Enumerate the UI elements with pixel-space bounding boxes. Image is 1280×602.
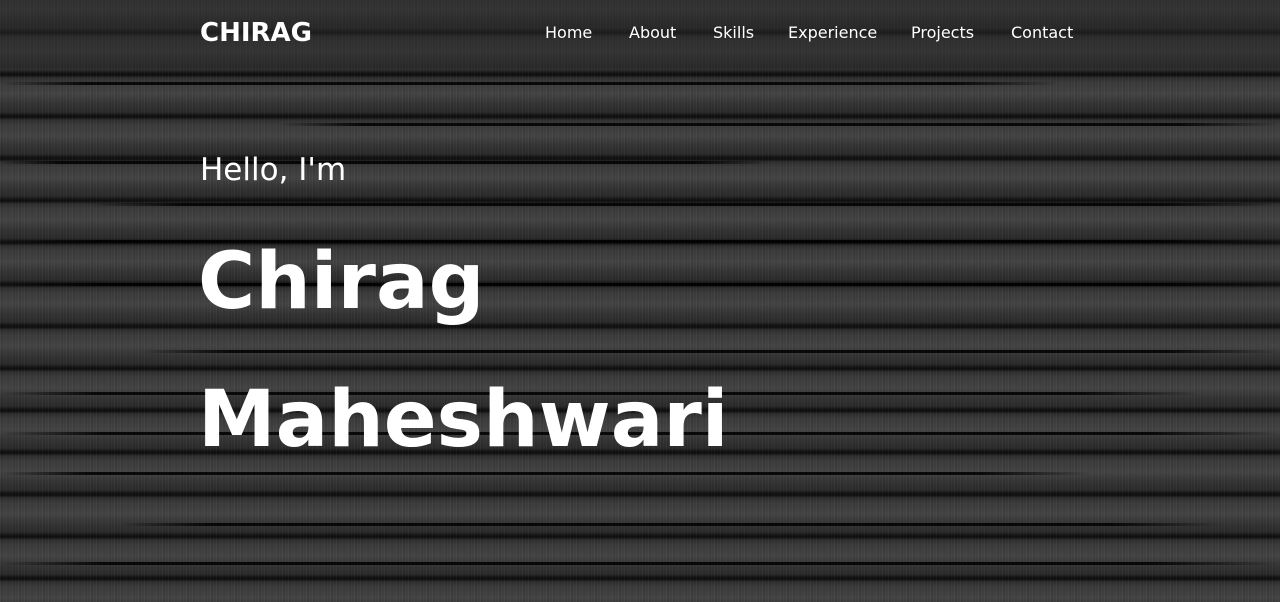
hero-greeting: Hello, I'm	[200, 152, 347, 188]
background-streak	[280, 123, 1280, 126]
nav-link-home[interactable]: Home	[545, 22, 592, 44]
nav-link-skills[interactable]: Skills	[713, 22, 754, 44]
hero-name-last: Maheshwari	[198, 375, 729, 465]
site-logo[interactable]: CHIRAG	[200, 16, 312, 50]
hero-name-first: Chirag	[198, 237, 485, 327]
background-streak	[0, 82, 1060, 85]
nav-link-experience[interactable]: Experience	[788, 22, 877, 44]
background-streak	[120, 523, 1220, 526]
nav-link-about[interactable]: About	[629, 22, 676, 44]
nav-link-projects[interactable]: Projects	[911, 22, 974, 44]
hero-name: Chirag Maheshwari	[198, 213, 729, 489]
background-streak	[0, 562, 1280, 565]
navbar: CHIRAG Home About Skills Experience Proj…	[0, 0, 1280, 68]
hero-section: CHIRAG Home About Skills Experience Proj…	[0, 0, 1280, 602]
background-streak	[90, 203, 1280, 206]
background-streak	[0, 161, 770, 164]
nav-link-contact[interactable]: Contact	[1011, 22, 1073, 44]
